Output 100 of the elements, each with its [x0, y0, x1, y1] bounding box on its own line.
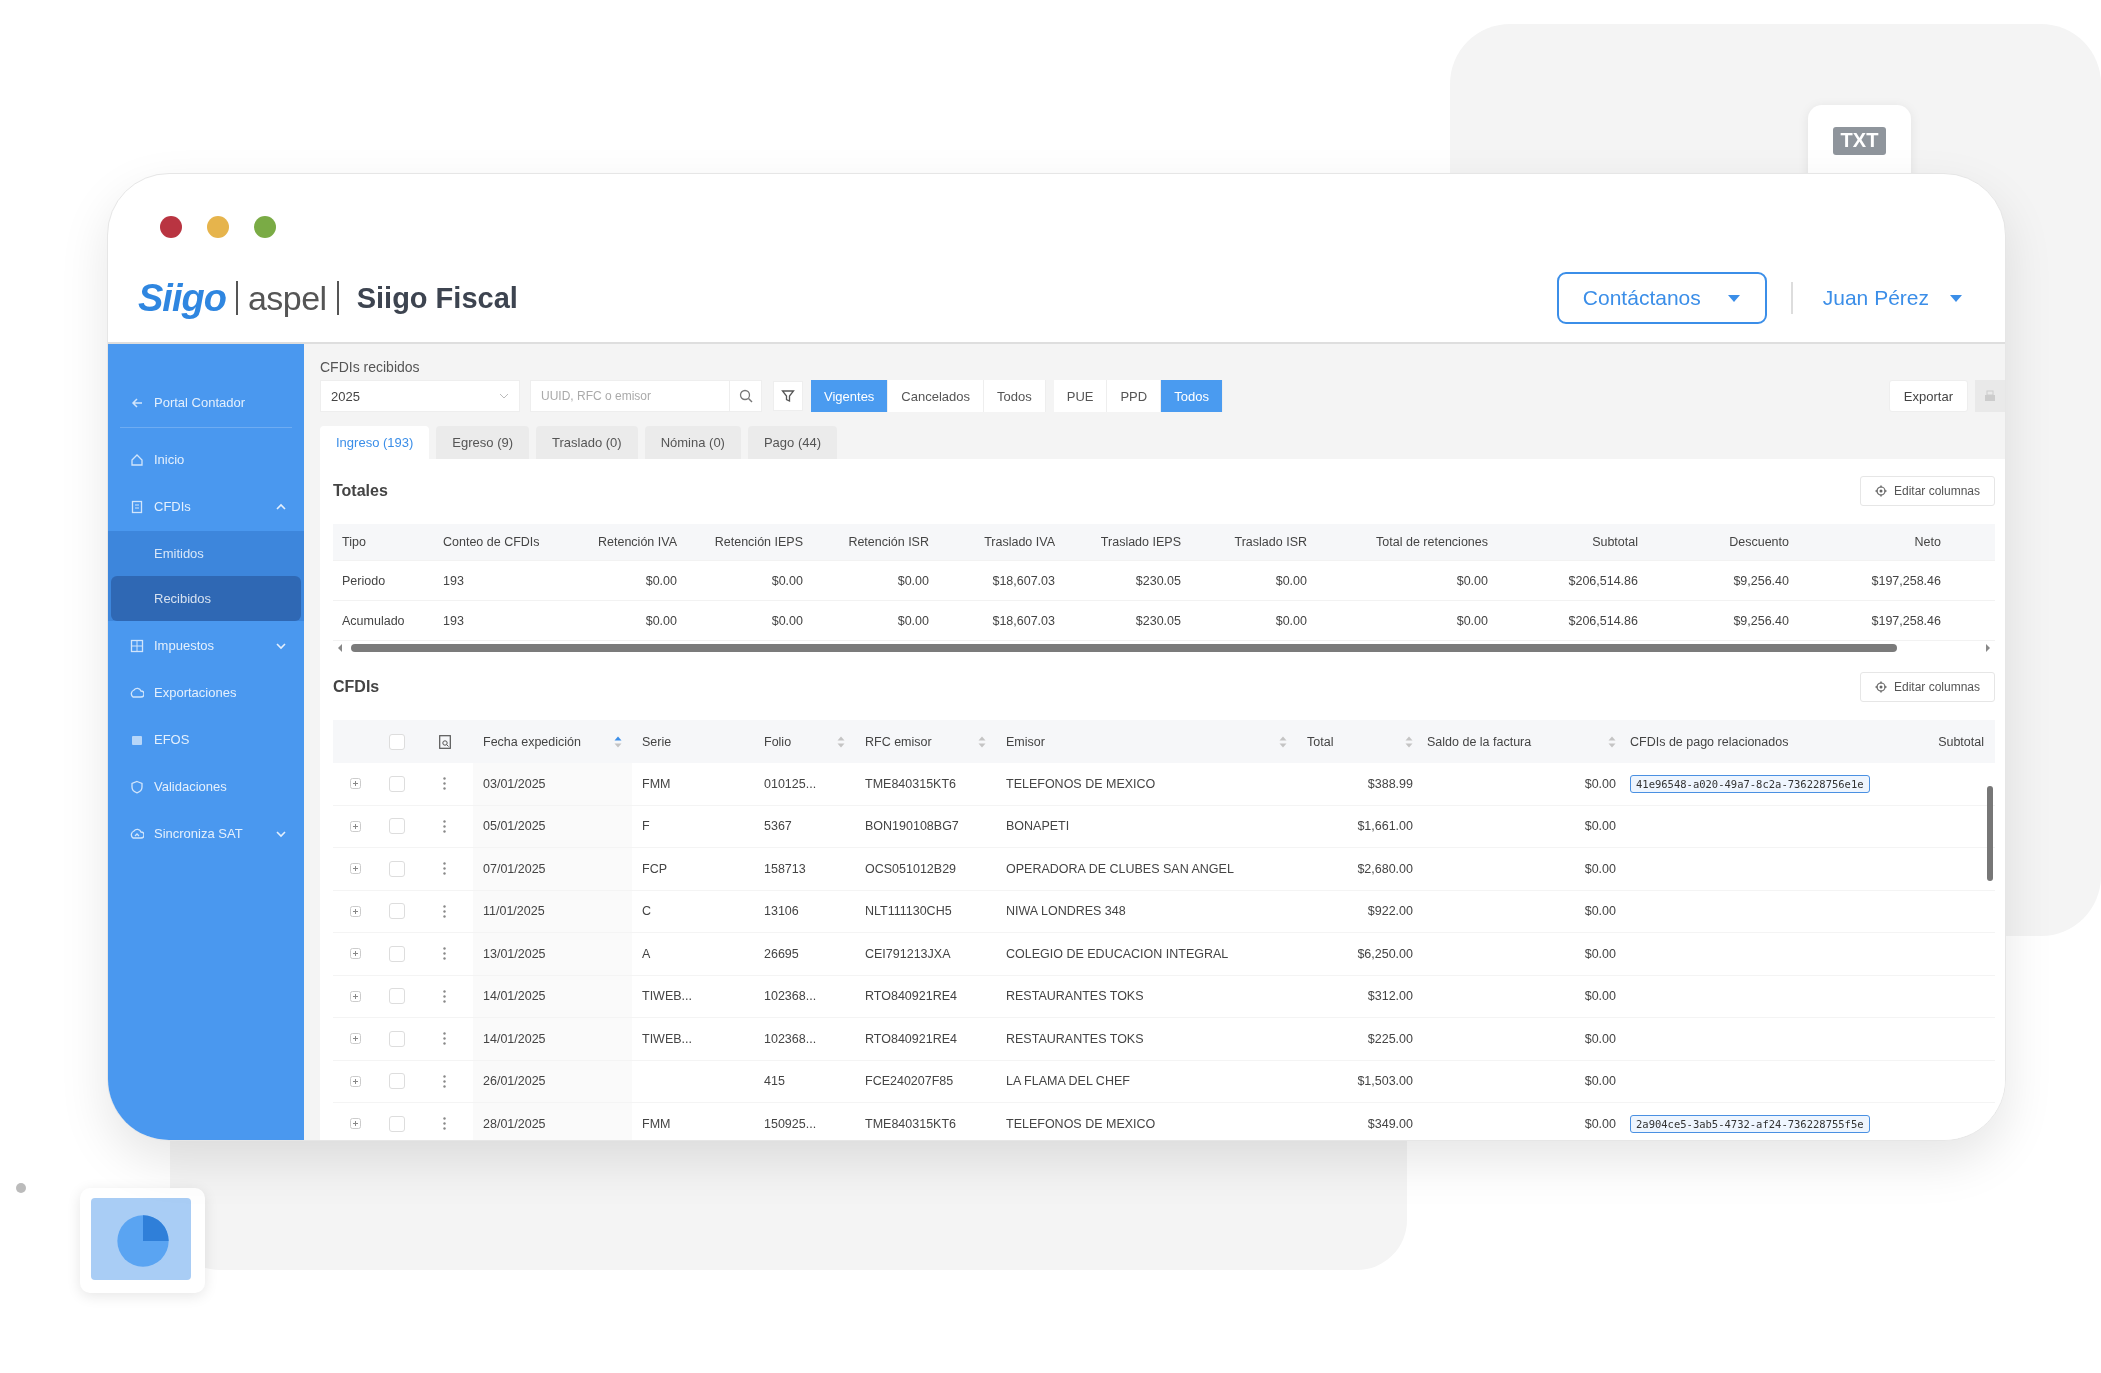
- filter-icon: [781, 389, 795, 403]
- expand-icon[interactable]: [350, 863, 361, 875]
- column-header[interactable]: RFC emisor: [865, 734, 932, 749]
- home-icon: [130, 452, 144, 467]
- table-cell-text: $0.00: [896, 613, 930, 628]
- tab[interactable]: Ingreso (193): [320, 426, 430, 459]
- table-cell-text: $18,607.03: [991, 573, 1056, 588]
- table-cell: RTO840921RE4: [865, 989, 957, 1004]
- checkbox[interactable]: [389, 903, 405, 920]
- table-cell-text: $230.05: [1134, 613, 1182, 628]
- filter-button[interactable]: [773, 381, 803, 411]
- export-button[interactable]: Exportar: [1888, 380, 1968, 412]
- table-cell: FCE240207F85: [865, 1074, 954, 1089]
- column-header: Retención ISR: [847, 535, 930, 549]
- expand-icon[interactable]: [350, 905, 361, 917]
- expand-icon[interactable]: [350, 1033, 361, 1045]
- expand-icon[interactable]: [350, 1075, 361, 1087]
- maximize-button[interactable]: [254, 216, 276, 238]
- more-icon[interactable]: [443, 989, 446, 1003]
- checkbox[interactable]: [389, 1073, 405, 1090]
- checkbox[interactable]: [389, 775, 405, 792]
- close-button[interactable]: [160, 216, 182, 238]
- more-icon[interactable]: [443, 1032, 446, 1046]
- tab[interactable]: Pago (44): [747, 426, 838, 459]
- tab[interactable]: Nómina (0): [644, 426, 741, 459]
- column-header: Traslado ISR: [1233, 535, 1308, 549]
- search-field[interactable]: UUID, RFC o emisor: [530, 380, 730, 412]
- expand-icon[interactable]: [350, 778, 361, 790]
- table-cell: TELEFONOS DE MEXICO: [1006, 1116, 1156, 1131]
- checkbox[interactable]: [389, 860, 405, 877]
- table-cell: RTO840921RE4: [865, 1031, 957, 1046]
- edit-columns-button[interactable]: Editar columnas: [1859, 672, 1995, 702]
- table-cell: 5367: [764, 819, 792, 834]
- table-cell: OPERADORA DE CLUBES SAN ANGEL: [1006, 861, 1234, 876]
- scrollbar-thumb[interactable]: [351, 644, 1897, 652]
- table-cell: FCP: [642, 861, 667, 876]
- table-cell-text: Periodo: [341, 573, 387, 588]
- column-header[interactable]: Serie: [642, 734, 672, 749]
- table-cell: $0.00: [1584, 946, 1616, 961]
- checkbox[interactable]: [389, 1115, 405, 1132]
- column-header[interactable]: Saldo de la factura: [1427, 734, 1532, 749]
- table-cell: $1,661.00: [1357, 819, 1413, 834]
- table-cell: LA FLAMA DEL CHEF: [1006, 1074, 1130, 1089]
- brand-logo: Siigo: [138, 276, 226, 320]
- section-title: CFDIs: [333, 678, 380, 696]
- more-icon[interactable]: [443, 1117, 446, 1131]
- table-cell: 13/01/2025: [483, 946, 546, 961]
- table-cell: 150925...: [764, 1116, 817, 1131]
- column-header[interactable]: CFDIs de pago relacionados: [1630, 734, 1789, 749]
- minimize-button[interactable]: [207, 216, 229, 238]
- edit-columns-button[interactable]: Editar columnas: [1859, 476, 1995, 506]
- checkbox[interactable]: [389, 818, 405, 835]
- table-cell-text: $0.00: [644, 573, 678, 588]
- expand-icon[interactable]: [350, 948, 361, 960]
- tab[interactable]: Egreso (9): [436, 426, 530, 459]
- more-icon[interactable]: [443, 1074, 446, 1088]
- column-header[interactable]: Subtotal: [1938, 734, 1984, 749]
- more-icon[interactable]: [443, 777, 446, 791]
- more-icon[interactable]: [443, 819, 446, 833]
- column-header: Conteo de CFDIs: [442, 535, 541, 549]
- column-header: Retención IEPS: [713, 535, 804, 549]
- table-cell: TME840315KT6: [865, 1116, 957, 1131]
- chevron-up-icon: [276, 502, 286, 511]
- table-cell-text: $9,256.40: [1732, 573, 1790, 588]
- table-cell: $1,503.00: [1357, 1074, 1413, 1089]
- expand-icon[interactable]: [350, 1118, 361, 1130]
- sidebar-subitem[interactable]: Recibidos: [111, 576, 301, 621]
- table-cell: TIWEB...: [642, 989, 692, 1004]
- table-cell-text: $9,256.40: [1732, 613, 1790, 628]
- table-cell: $388.99: [1367, 776, 1413, 791]
- more-icon[interactable]: [443, 904, 446, 918]
- uuid-tag[interactable]: 2a904ce5-3ab5-4732-af24-736228755f5e: [1630, 1114, 1870, 1133]
- column-header: Retención IVA: [597, 535, 678, 549]
- column-header[interactable]: Emisor: [1006, 734, 1045, 749]
- column-header: Total de retenciones: [1375, 535, 1489, 549]
- back-arrow-icon: [130, 395, 144, 410]
- uuid-tag[interactable]: 41e96548-a020-49a7-8c2a-736228756e1e: [1630, 774, 1870, 793]
- column-header[interactable]: Folio: [764, 734, 792, 749]
- column-header[interactable]: Total: [1307, 734, 1334, 749]
- table-cell-text: $0.00: [896, 573, 930, 588]
- table-cell-text: $0.00: [1274, 573, 1308, 588]
- expand-icon[interactable]: [350, 820, 361, 832]
- cloud-icon: [130, 826, 144, 841]
- year-select[interactable]: 2025: [320, 380, 520, 412]
- more-icon[interactable]: [443, 862, 446, 876]
- section-title: Totales: [333, 482, 388, 500]
- checkbox[interactable]: [389, 1030, 405, 1047]
- sort-icon[interactable]: [614, 735, 622, 748]
- column-header: Traslado IEPS: [1099, 535, 1182, 549]
- expand-icon[interactable]: [350, 990, 361, 1002]
- filter-toggle[interactable]: PUE: [1053, 380, 1108, 412]
- tab[interactable]: Traslado (0): [536, 426, 638, 459]
- checkbox[interactable]: [389, 945, 405, 962]
- more-icon[interactable]: [443, 947, 446, 961]
- checkbox[interactable]: [389, 733, 405, 750]
- scrollbar-thumb[interactable]: [1987, 786, 1993, 881]
- column-header[interactable]: Fecha expedición: [483, 734, 581, 749]
- table-cell: 102368...: [764, 989, 817, 1004]
- search-button[interactable]: [730, 380, 762, 412]
- checkbox[interactable]: [389, 988, 405, 1005]
